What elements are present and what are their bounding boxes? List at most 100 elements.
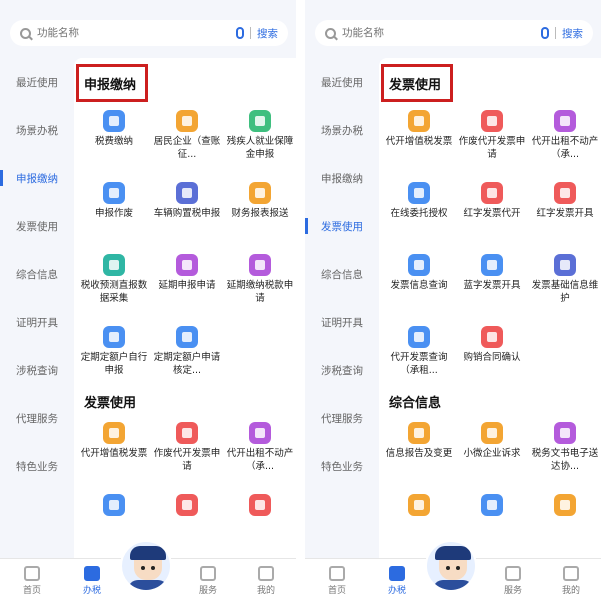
service-item[interactable]: 财务报表报送 xyxy=(224,182,296,221)
search-bar[interactable]: 搜索 xyxy=(10,20,288,46)
search-button[interactable]: 搜索 xyxy=(257,26,278,41)
divider xyxy=(250,27,251,39)
service-icon xyxy=(481,326,503,348)
service-icon xyxy=(249,182,271,204)
tab-home[interactable]: 首页 xyxy=(12,566,52,596)
service-item[interactable]: 居民企业（查账征... xyxy=(151,110,223,161)
sidebar-item[interactable]: 代理服务 xyxy=(305,394,379,442)
tab-label: 服务 xyxy=(198,586,217,596)
tab-service-hall[interactable]: 办税 xyxy=(72,566,112,596)
sidebar-item[interactable]: 发票使用 xyxy=(0,202,74,250)
tab-label: 首页 xyxy=(327,586,346,596)
service-item[interactable]: 发票基础信息维护 xyxy=(529,254,601,305)
service-item[interactable]: 小微企业诉求 xyxy=(456,422,528,461)
service-item[interactable]: 定期定额户自行申报 xyxy=(78,326,150,377)
sidebar-item[interactable]: 特色业务 xyxy=(0,442,74,490)
service-item[interactable] xyxy=(456,494,528,520)
service-item[interactable]: 税费缴纳 xyxy=(78,110,150,149)
service-icon xyxy=(176,422,198,444)
service-item[interactable]: 红字发票开具 xyxy=(529,182,601,221)
service-item[interactable] xyxy=(78,494,150,520)
service-item[interactable]: 代开出租不动产（承... xyxy=(529,110,601,161)
service-item[interactable]: 信息报告及变更 xyxy=(383,422,455,461)
search-input[interactable] xyxy=(342,27,541,39)
service-item[interactable]: 代开发票查询（承租... xyxy=(383,326,455,377)
service-icon xyxy=(249,422,271,444)
sidebar-item[interactable]: 申报缴纳 xyxy=(0,154,74,202)
service-item[interactable] xyxy=(151,494,223,520)
service-item[interactable]: 车辆购置税申报 xyxy=(151,182,223,221)
service-icon xyxy=(408,422,430,444)
assistant-avatar[interactable] xyxy=(120,540,172,592)
service-icon xyxy=(481,110,503,132)
service-item[interactable] xyxy=(529,494,601,520)
profile-icon xyxy=(563,566,579,581)
service-icon xyxy=(481,494,503,516)
service-item[interactable]: 税收预测直报数据采集 xyxy=(78,254,150,305)
service-icon xyxy=(554,182,576,204)
service-item[interactable]: 红字发票代开 xyxy=(456,182,528,221)
service-icon xyxy=(176,182,198,204)
sidebar-item[interactable]: 证明开具 xyxy=(0,298,74,346)
service-item[interactable]: 申报作废 xyxy=(78,182,150,221)
sidebar-item[interactable]: 涉税查询 xyxy=(0,346,74,394)
service-item[interactable]: 作废代开发票申请 xyxy=(456,110,528,161)
sidebar-item[interactable]: 最近使用 xyxy=(305,58,379,106)
service-label: 代开增值税发票 xyxy=(80,448,148,459)
service-item[interactable]: 代开出租不动产（承... xyxy=(224,422,296,473)
sidebar-item[interactable]: 证明开具 xyxy=(305,298,379,346)
service-icon xyxy=(103,110,125,132)
sidebar-item[interactable]: 场景办税 xyxy=(0,106,74,154)
service-item[interactable]: 代开增值税发票 xyxy=(78,422,150,461)
search-bar[interactable]: 搜索 xyxy=(315,20,593,46)
microphone-icon[interactable] xyxy=(541,27,549,39)
service-item[interactable]: 在线委托授权 xyxy=(383,182,455,221)
tab-services[interactable]: 服务 xyxy=(188,566,228,596)
service-icon xyxy=(103,254,125,276)
sidebar-item[interactable]: 最近使用 xyxy=(0,58,74,106)
service-item[interactable]: 购销合同确认 xyxy=(456,326,528,365)
home-icon xyxy=(329,566,345,581)
tab-profile[interactable]: 我的 xyxy=(551,566,591,596)
service-item[interactable]: 发票信息查询 xyxy=(383,254,455,293)
service-item[interactable] xyxy=(383,494,455,520)
service-item[interactable]: 作废代开发票申请 xyxy=(151,422,223,473)
tab-label: 我的 xyxy=(256,586,275,596)
search-input[interactable] xyxy=(37,27,236,39)
tab-label: 办税 xyxy=(387,586,406,596)
service-label: 小微企业诉求 xyxy=(463,448,521,459)
service-item[interactable]: 代开增值税发票 xyxy=(383,110,455,149)
service-icon xyxy=(103,494,125,516)
microphone-icon[interactable] xyxy=(236,27,244,39)
service-icon xyxy=(554,254,576,276)
search-icon xyxy=(325,27,336,39)
service-item[interactable]: 定期定额户申请核定... xyxy=(151,326,223,377)
service-icon xyxy=(249,254,271,276)
sidebar-item[interactable]: 综合信息 xyxy=(0,250,74,298)
service-item[interactable]: 延期申报申请 xyxy=(151,254,223,293)
divider xyxy=(555,27,556,39)
tab-service-hall[interactable]: 办税 xyxy=(377,566,417,596)
sidebar-item[interactable]: 特色业务 xyxy=(305,442,379,490)
sidebar-item[interactable]: 代理服务 xyxy=(0,394,74,442)
service-icon xyxy=(481,182,503,204)
sidebar-item[interactable]: 综合信息 xyxy=(305,250,379,298)
search-button[interactable]: 搜索 xyxy=(562,26,583,41)
service-item[interactable]: 延期缴纳税款申请 xyxy=(224,254,296,305)
tab-services[interactable]: 服务 xyxy=(493,566,533,596)
sidebar-item[interactable]: 申报缴纳 xyxy=(305,154,379,202)
service-item[interactable]: 税务文书电子送达协... xyxy=(529,422,601,473)
tab-home[interactable]: 首页 xyxy=(317,566,357,596)
sidebar-item[interactable]: 涉税查询 xyxy=(305,346,379,394)
service-item[interactable]: 残疾人就业保障金申报 xyxy=(224,110,296,161)
service-hall-icon xyxy=(84,566,100,581)
service-icon xyxy=(176,110,198,132)
tab-profile[interactable]: 我的 xyxy=(246,566,286,596)
assistant-avatar[interactable] xyxy=(425,540,477,592)
service-label: 残疾人就业保障金申报 xyxy=(226,136,294,160)
sidebar-item[interactable]: 发票使用 xyxy=(305,202,379,250)
sidebar-item[interactable]: 场景办税 xyxy=(305,106,379,154)
service-item[interactable] xyxy=(224,494,296,520)
service-item[interactable]: 蓝字发票开具 xyxy=(456,254,528,293)
left-screen: 搜索最近使用场景办税申报缴纳发票使用综合信息证明开具涉税查询代理服务特色业务 申报… xyxy=(0,0,296,600)
